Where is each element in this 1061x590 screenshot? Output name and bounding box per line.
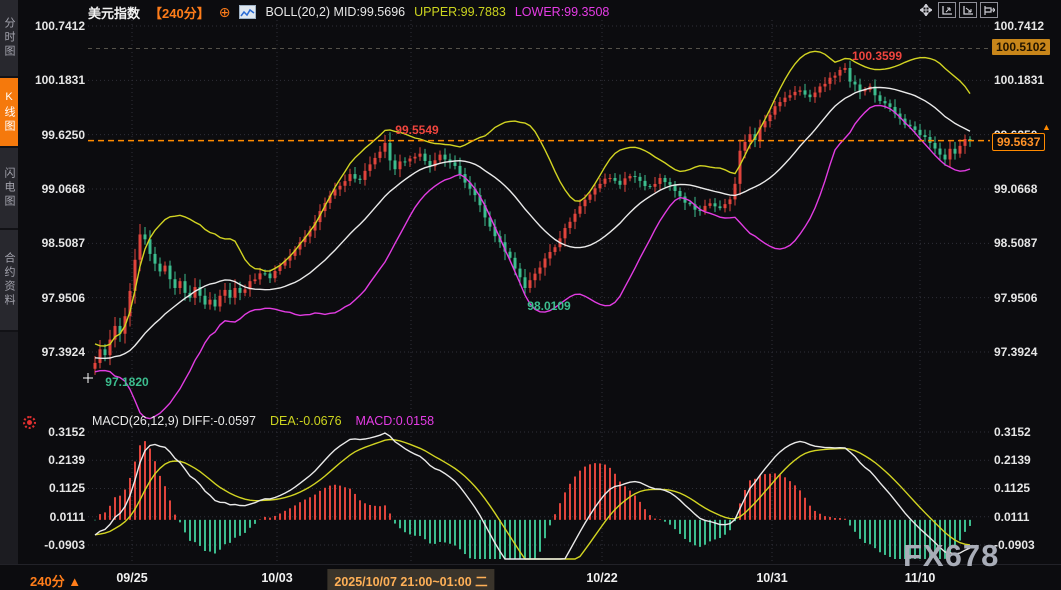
price-tick-label: -0.0903 [29,538,85,552]
price-extreme-label: 99.5549 [395,123,438,137]
boll-label: BOLL(20,2) MID:99.5696 [265,5,405,19]
watermark: FX678 [903,538,999,574]
price-tick-label: 0.0111 [29,510,85,524]
date-label: 10/03 [261,571,292,585]
macd-title: MACD(26,12,9) DIFF:-0.0597 [92,414,256,428]
price-tick-label: 100.1831 [994,73,1050,87]
overlay-add-icon[interactable]: ⊕ [219,5,231,19]
y-axis-scale-icon[interactable] [938,2,956,18]
reset-view-icon[interactable] [980,2,998,18]
chart-style-icon[interactable] [239,5,256,19]
price-tick-label: 0.1125 [29,481,85,495]
price-tick-label: 97.9506 [994,291,1050,305]
price-extreme-label: 100.3599 [852,49,902,63]
price-tick-label: 100.7412 [994,19,1050,33]
x-axis-scale-icon[interactable] [959,2,977,18]
sidebar-tab-3[interactable]: 闪电图 [0,148,18,230]
sidebar: 分时图K线图闪电图合约资料 [0,0,18,564]
price-tick-label: 100.1831 [29,73,85,87]
price-tick-label: 98.5087 [29,236,85,250]
price-tick-label: 0.2139 [29,453,85,467]
sidebar-tab-1[interactable]: 分时图 [0,0,18,78]
price-tick-label: 99.6250 [29,128,85,142]
chart-app: 分时图K线图闪电图合约资料 美元指数 【240分】 ⊕ BOLL(20,2) M… [0,0,1061,590]
sidebar-tab-4[interactable]: 合约资料 [0,230,18,332]
macd-value-label: MACD:0.0158 [356,414,435,428]
macd-header: MACD(26,12,9) DIFF:-0.0597 DEA:-0.0676 M… [92,414,434,428]
date-label: 10/31 [756,571,787,585]
price-tick-label: 99.0668 [29,182,85,196]
chart-canvas[interactable] [0,0,1061,590]
price-extreme-label: 98.0109 [527,299,570,313]
period-selector[interactable]: 240分 ▲ [30,571,81,590]
macd-dea-label: DEA:-0.0676 [270,414,342,428]
pan-icon[interactable] [917,2,935,18]
price-tick-label: 97.3924 [994,345,1050,359]
sidebar-tab-2[interactable]: K线图 [0,78,18,148]
macd-settings-icon[interactable] [23,416,36,429]
symbol-title: 美元指数 [88,3,140,22]
date-label: 10/22 [586,571,617,585]
price-tick-label: 99.0668 [994,182,1050,196]
price-tick-label: 0.2139 [994,453,1050,467]
price-tick-label: 98.5087 [994,236,1050,250]
price-tick-label: -0.0903 [994,538,1050,552]
last-price-badge: 99.5637 [992,133,1045,151]
chart-header: 美元指数 【240分】 ⊕ BOLL(20,2) MID:99.5696 UPP… [88,3,609,21]
price-tick-label: 0.0111 [994,510,1050,524]
price-up-arrow-icon: ▲ [1042,122,1051,132]
ref-price-badge: 100.5102 [992,39,1050,55]
price-tick-label: 0.3152 [994,425,1050,439]
crosshair-date-box: 2025/10/07 21:00~01:00 二 [327,569,494,590]
price-tick-label: 100.7412 [29,19,85,33]
time-axis: 240分 ▲ 2025/10/07 21:00~01:00 二 09/25 10/… [0,564,1061,590]
boll-upper-label: UPPER:99.7883 [414,5,506,19]
price-tick-label: 0.3152 [29,425,85,439]
date-label: 09/25 [116,571,147,585]
boll-lower-label: LOWER:99.3508 [515,5,610,19]
price-tick-label: 97.9506 [29,291,85,305]
period-tag: 【240分】 [149,3,210,22]
price-tick-label: 97.3924 [29,345,85,359]
price-extreme-label: 97.1820 [105,375,148,389]
toolbar [917,2,998,18]
price-tick-label: 0.1125 [994,481,1050,495]
